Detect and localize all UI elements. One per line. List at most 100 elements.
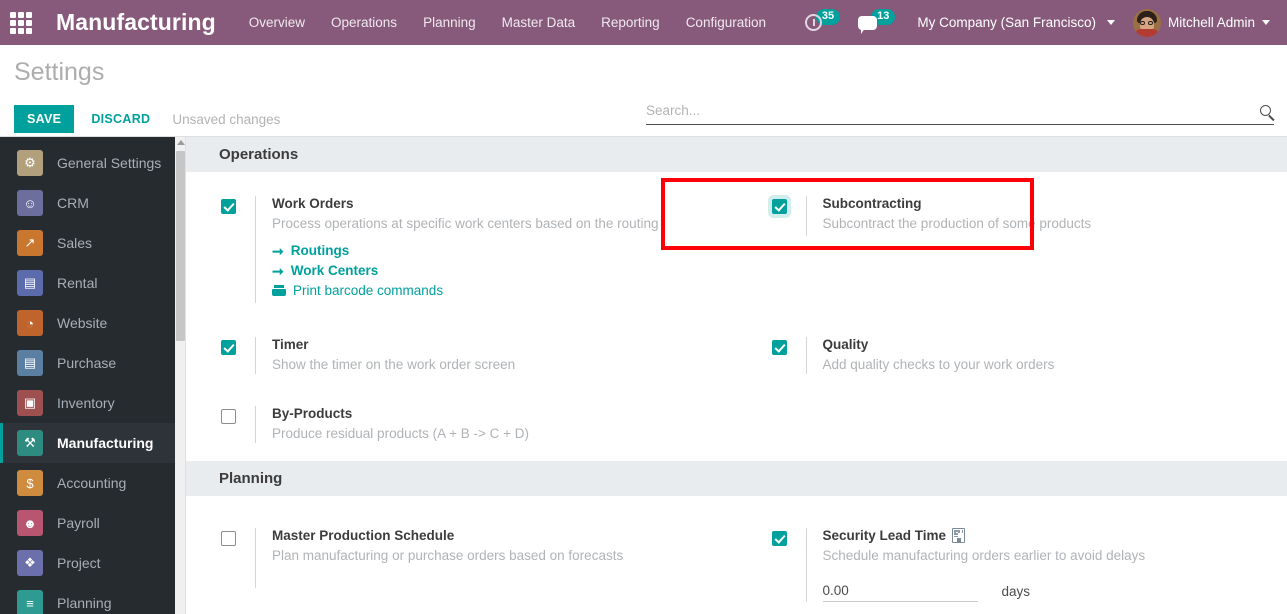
arrow-right-icon: ➞ (272, 242, 284, 259)
save-button[interactable]: SAVE (14, 105, 75, 133)
sidebar-item-purchase[interactable]: ▤ Purchase (0, 343, 175, 383)
planning-icon: ≡ (17, 590, 43, 614)
setting-work-orders: Work Orders Process operations at specif… (186, 186, 737, 313)
messages-button[interactable]: 13 (849, 0, 904, 45)
discard-button[interactable]: DISCARD (79, 105, 162, 133)
security-lead-time-input[interactable] (822, 581, 978, 602)
menu-item-master-data[interactable]: Master Data (489, 1, 589, 44)
user-name-label: Mitchell Admin (1167, 15, 1255, 30)
sidebar-item-label: Accounting (57, 475, 127, 491)
link-label: Print barcode commands (293, 283, 444, 298)
wrench-icon: ⚒ (17, 430, 43, 456)
top-navbar: Manufacturing Overview Operations Planni… (0, 0, 1287, 45)
quality-description: Add quality checks to your work orders (822, 357, 1055, 372)
sidebar-item-manufacturing[interactable]: ⚒ Manufacturing (0, 423, 175, 463)
sidebar-item-sales[interactable]: ↗ Sales (0, 223, 175, 263)
search-icon[interactable] (1260, 105, 1271, 116)
main-menu: Overview Operations Planning Master Data… (236, 1, 779, 44)
link-work-centers[interactable]: ➞ Work Centers (272, 263, 717, 278)
link-label: Routings (290, 243, 350, 258)
gear-icon: ⚙ (17, 150, 43, 176)
sidebar-item-label: General Settings (57, 155, 162, 171)
menu-item-planning[interactable]: Planning (410, 1, 489, 44)
chevron-down-icon (1262, 20, 1270, 25)
sidebar-item-label: Purchase (57, 355, 117, 371)
activities-button[interactable]: 35 (796, 0, 849, 45)
content-scrollbar[interactable] (175, 137, 186, 614)
sidebar-item-label: Sales (57, 235, 93, 251)
subcontracting-checkbox[interactable] (771, 199, 787, 214)
sidebar-item-label: Website (57, 315, 108, 331)
section-header-operations: Operations (186, 137, 1287, 172)
master-production-schedule-checkbox[interactable] (221, 531, 236, 546)
security-lead-time-title: Security Lead Time (823, 528, 1268, 543)
link-routings[interactable]: ➞ Routings (272, 243, 717, 258)
settings-grid-planning: Master Production Schedule Plan manufact… (186, 496, 1287, 612)
company-switcher[interactable]: My Company (San Francisco) (904, 0, 1124, 45)
sidebar-item-general-settings[interactable]: ⚙ General Settings (0, 143, 175, 183)
scroll-up-arrow-icon[interactable] (177, 140, 185, 145)
sidebar-item-inventory[interactable]: ▣ Inventory (0, 383, 175, 423)
quality-checkbox[interactable] (771, 340, 787, 355)
setting-subcontracting: Subcontracting Subcontract the productio… (737, 186, 1287, 313)
quality-title: Quality (822, 337, 869, 352)
company-name-label: My Company (San Francisco) (917, 15, 1096, 30)
timer-checkbox[interactable] (221, 340, 236, 355)
scrollbar-thumb[interactable] (176, 151, 185, 341)
menu-item-reporting[interactable]: Reporting (588, 1, 673, 44)
puzzle-icon: ❖ (17, 550, 43, 576)
sidebar-item-label: Project (57, 555, 101, 571)
chart-up-icon: ↗ (17, 230, 43, 256)
apps-grid-icon[interactable] (8, 10, 34, 36)
security-lead-time-label: Security Lead Time (822, 528, 947, 543)
user-menu[interactable]: Mitchell Admin (1124, 0, 1279, 45)
subcontracting-title: Subcontracting (822, 196, 922, 211)
link-label: Work Centers (290, 263, 379, 278)
clock-icon (804, 14, 822, 31)
sidebar-item-label: Planning (57, 595, 112, 611)
invoice-icon: $ (17, 470, 43, 496)
master-production-schedule-description: Plan manufacturing or purchase orders ba… (272, 548, 624, 563)
globe-icon: ◔ (17, 310, 43, 336)
by-products-description: Produce residual products (A + B -> C + … (272, 426, 529, 441)
avatar (1132, 8, 1161, 37)
menu-item-overview[interactable]: Overview (236, 1, 318, 44)
by-products-title: By-Products (272, 406, 353, 421)
sidebar-item-label: Inventory (57, 395, 115, 411)
sidebar-item-project[interactable]: ❖ Project (0, 543, 175, 583)
page-body: ⚙ General Settings ☺ CRM ↗ Sales ▤ Renta… (0, 137, 1287, 614)
sidebar-item-payroll[interactable]: ☻ Payroll (0, 503, 175, 543)
work-orders-title: Work Orders (272, 196, 354, 211)
sidebar-item-planning[interactable]: ≡ Planning (0, 583, 175, 614)
timer-description: Show the timer on the work order screen (272, 357, 516, 372)
arrow-right-icon: ➞ (272, 262, 284, 279)
by-products-checkbox[interactable] (221, 409, 236, 424)
sidebar-item-rental[interactable]: ▤ Rental (0, 263, 175, 303)
page-title: Settings (14, 58, 105, 86)
work-orders-checkbox[interactable] (221, 199, 236, 214)
sidebar-item-accounting[interactable]: $ Accounting (0, 463, 175, 503)
menu-item-operations[interactable]: Operations (318, 1, 410, 44)
setting-timer: Timer Show the timer on the work order s… (186, 313, 737, 384)
sidebar-item-label: Manufacturing (57, 435, 154, 451)
calendar-icon: ▤ (17, 270, 43, 296)
work-orders-links: ➞ Routings ➞ Work Centers Print barcode … (272, 243, 717, 298)
security-lead-time-unit: days (1001, 584, 1031, 599)
sidebar-item-label: Payroll (57, 515, 100, 531)
settings-grid-operations: Work Orders Process operations at specif… (186, 172, 1287, 461)
settings-content: Operations Work Orders Process operation… (186, 137, 1287, 614)
unsaved-changes-status: Unsaved changes (172, 111, 281, 127)
app-brand-title[interactable]: Manufacturing (56, 9, 216, 36)
master-production-schedule-title: Master Production Schedule (272, 528, 455, 543)
menu-item-configuration[interactable]: Configuration (673, 1, 779, 44)
sidebar-item-website[interactable]: ◔ Website (0, 303, 175, 343)
search-input[interactable] (646, 101, 1260, 120)
link-print-barcode-commands[interactable]: Print barcode commands (272, 283, 717, 298)
printer-icon (272, 285, 286, 296)
security-lead-time-checkbox[interactable] (771, 531, 787, 546)
setting-security-lead-time: Security Lead Time Schedule manufacturin… (737, 510, 1287, 612)
person-card-icon: ☻ (17, 510, 43, 536)
box-icon: ▣ (17, 390, 43, 416)
chevron-down-icon (1106, 20, 1115, 25)
sidebar-item-crm[interactable]: ☺ CRM (0, 183, 175, 223)
